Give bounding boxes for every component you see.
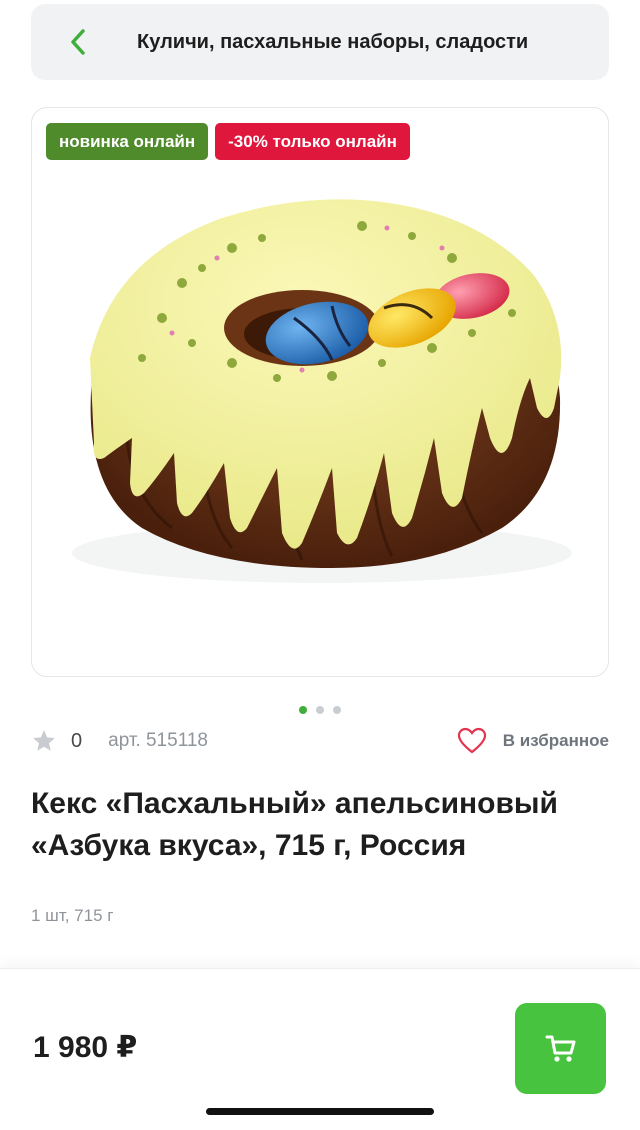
star-icon [33, 730, 55, 751]
price: 1 980 ₽ [33, 1031, 138, 1064]
carousel-dot[interactable] [299, 706, 307, 714]
top-bar: Куличи, пасхальные наборы, сладости [31, 4, 609, 80]
back-button[interactable] [31, 4, 91, 80]
add-to-cart-button[interactable] [515, 1003, 606, 1094]
product-title: Кекс «Пасхальный» апельсиновый «Азбука в… [31, 787, 558, 862]
badge-new-online: новинка онлайн [46, 123, 209, 160]
product-meta: 0 арт. 515118 В избранное [31, 725, 609, 757]
chevron-left-icon [71, 29, 85, 55]
cart-icon [545, 1035, 575, 1062]
home-indicator [206, 1108, 434, 1115]
page-title: Куличи, пасхальные наборы, сладости [137, 30, 529, 53]
carousel-dot[interactable] [333, 706, 341, 714]
rating-count: 0 [71, 729, 83, 752]
product-image-carousel[interactable]: новинка онлайн -30% только онлайн [31, 107, 609, 677]
favorites-label: В избранное [502, 731, 609, 750]
heart-icon [457, 727, 486, 754]
article-number: арт. 515118 [108, 730, 208, 751]
carousel-pagination [0, 706, 640, 714]
carousel-dot[interactable] [316, 706, 324, 714]
rating[interactable]: 0 [31, 728, 82, 754]
product-image [72, 199, 572, 583]
badge-discount: -30% только онлайн [215, 123, 410, 160]
product-weight: 1 шт, 715 г [31, 906, 114, 925]
badges: новинка онлайн -30% только онлайн [46, 123, 410, 160]
add-to-favorites-button[interactable]: В избранное [457, 727, 609, 755]
